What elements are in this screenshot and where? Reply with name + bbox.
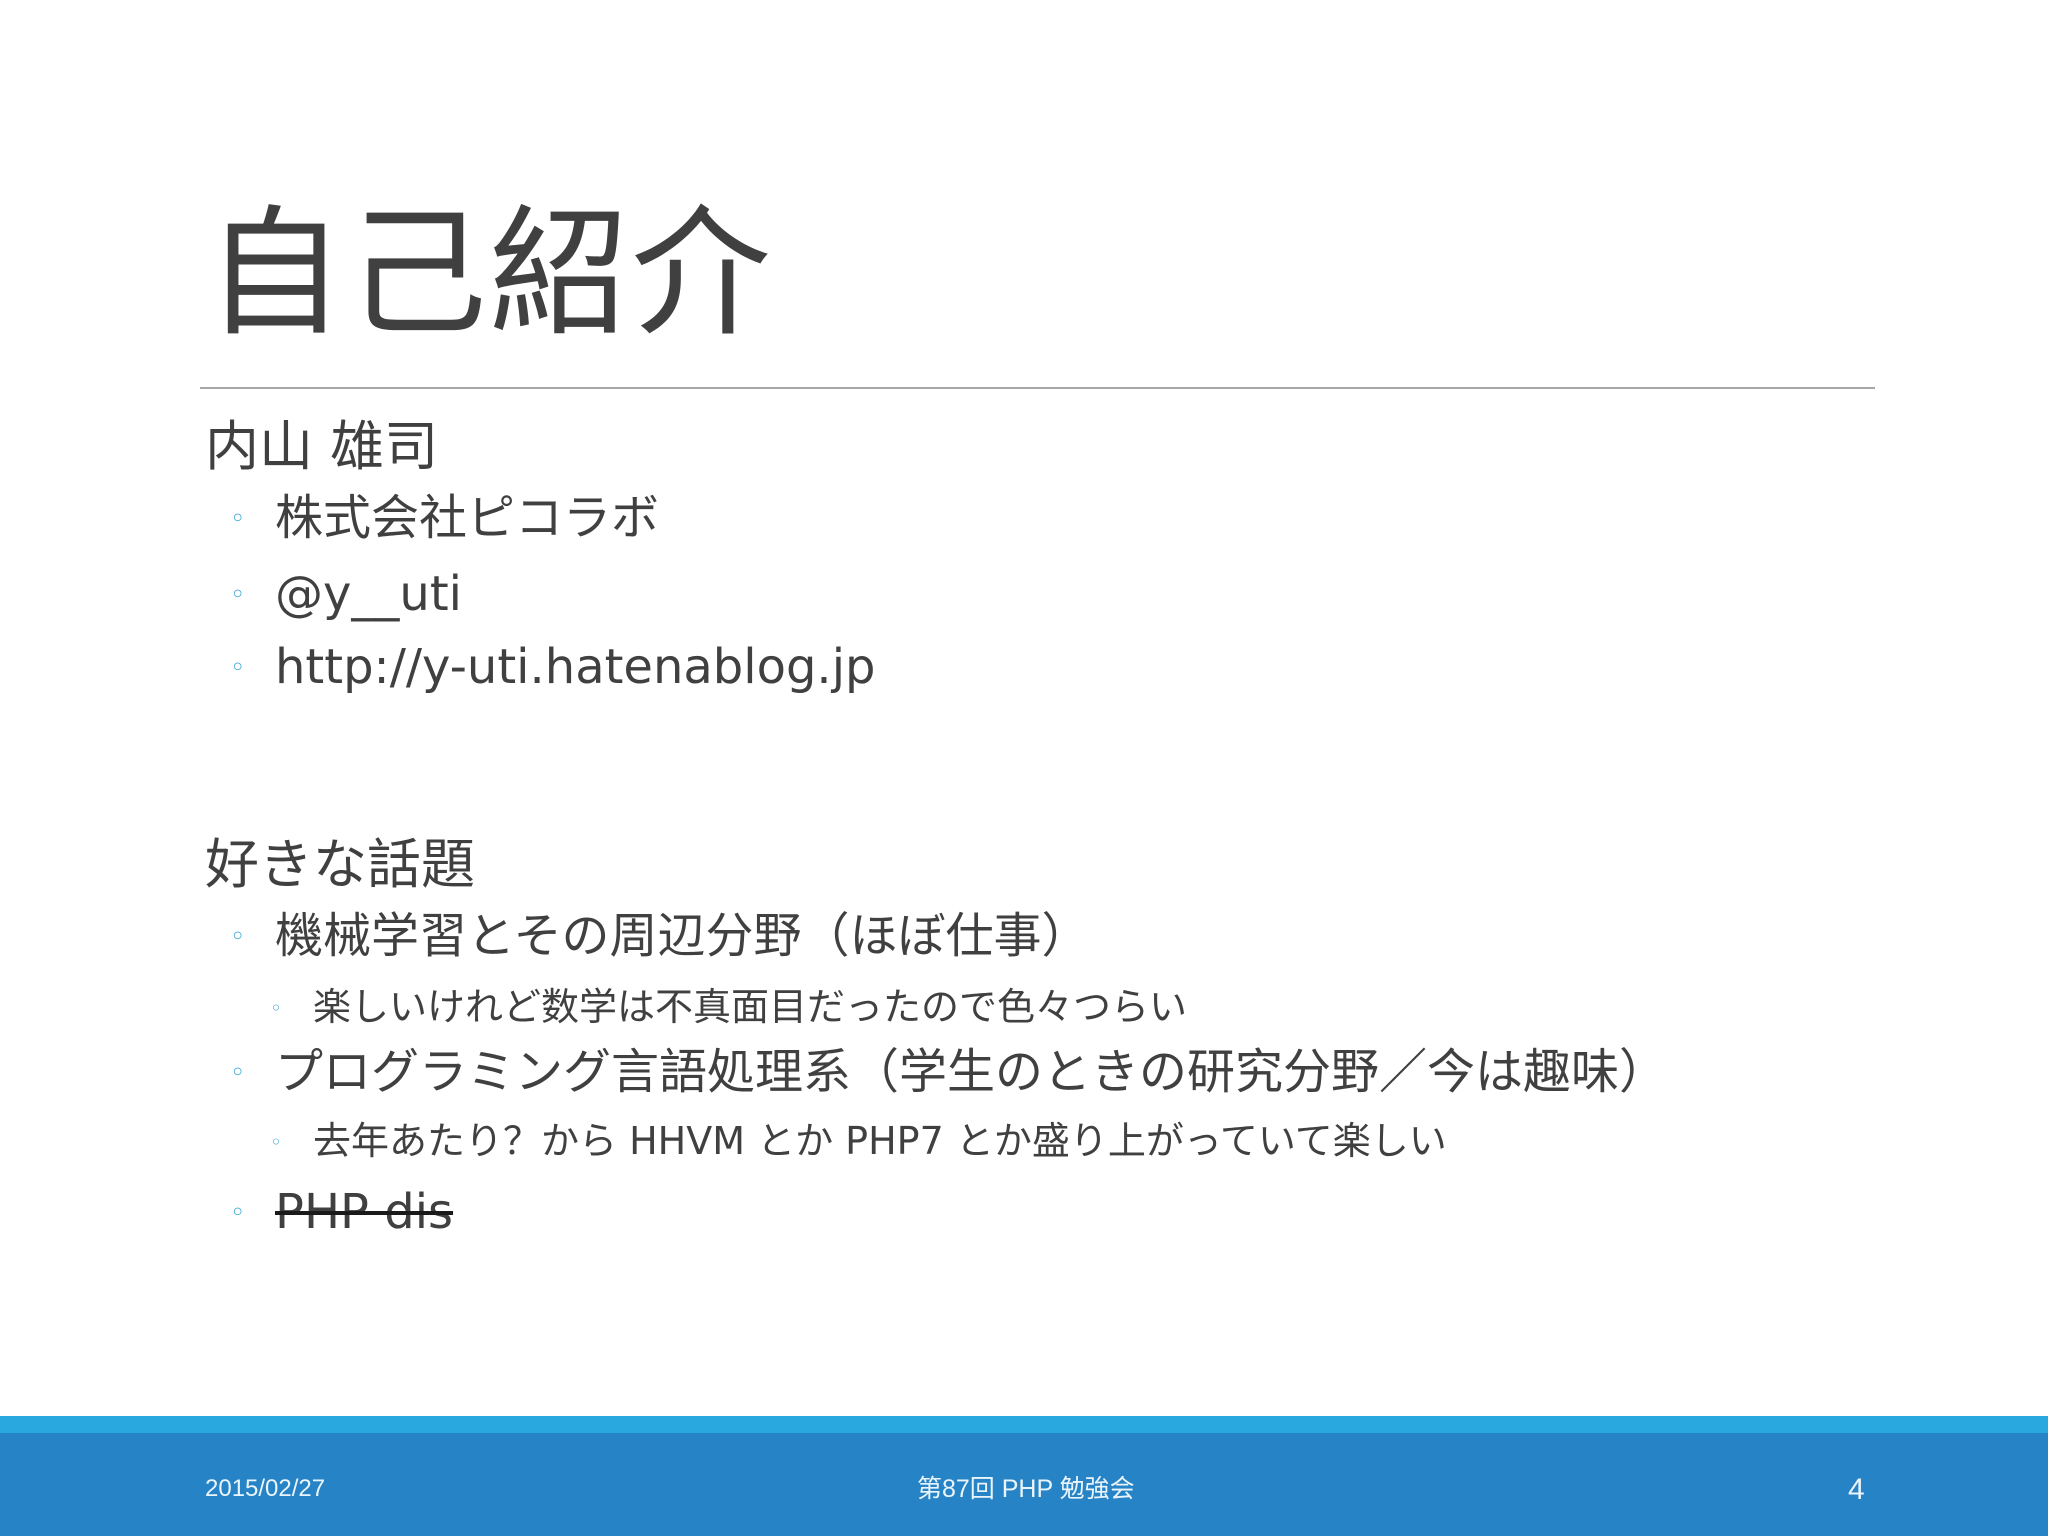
footer-accent-stripe: [0, 1416, 2048, 1433]
footer-bar: 2015/02/27 第87回 PHP 勉強会 4: [0, 1433, 2048, 1536]
topic-php-dis-struck: PHP dis: [275, 1184, 454, 1240]
bullet-marker-icon: ◦: [230, 922, 246, 952]
topic-language-processing: プログラミング言語処理系（学生のときの研究分野／今は趣味）: [275, 1044, 1668, 1100]
profile-twitter-handle: @y__uti: [275, 566, 462, 622]
slide-title: 自己紹介: [205, 193, 774, 356]
bullet-marker-icon: ◦: [230, 653, 246, 683]
bullet-marker-icon: ◦: [270, 996, 282, 1020]
footer-page-number: 4: [1848, 1473, 1865, 1506]
title-divider: [200, 387, 1875, 389]
topic-machine-learning-note: 楽しいけれど数学は不真面目だったので色々つらい: [313, 985, 1188, 1029]
topic-language-processing-note: 去年あたり？から HHVM とか PHP7 とか盛り上がっていて楽しい: [313, 1119, 1447, 1163]
profile-blog-link: http://y-uti.hatenablog.jp: [275, 639, 876, 695]
footer-date: 2015/02/27: [205, 1475, 326, 1502]
bullet-marker-icon: ◦: [230, 580, 246, 610]
topic-machine-learning: 機械学習とその周辺分野（ほぼ仕事）: [275, 908, 1090, 964]
profile-name: 内山 雄司: [205, 415, 439, 478]
slide: 自己紹介 内山 雄司 ◦ 株式会社ピコラボ ◦ @y__uti ◦ http:/…: [0, 0, 2048, 1536]
topics-heading: 好きな話題: [205, 833, 475, 896]
bullet-marker-icon: ◦: [230, 504, 246, 534]
bullet-marker-icon: ◦: [270, 1130, 282, 1154]
bullet-marker-icon: ◦: [230, 1058, 246, 1088]
footer-event-title: 第87回 PHP 勉強会: [917, 1475, 1135, 1503]
profile-company: 株式会社ピコラボ: [275, 490, 660, 546]
bullet-marker-icon: ◦: [230, 1198, 246, 1228]
